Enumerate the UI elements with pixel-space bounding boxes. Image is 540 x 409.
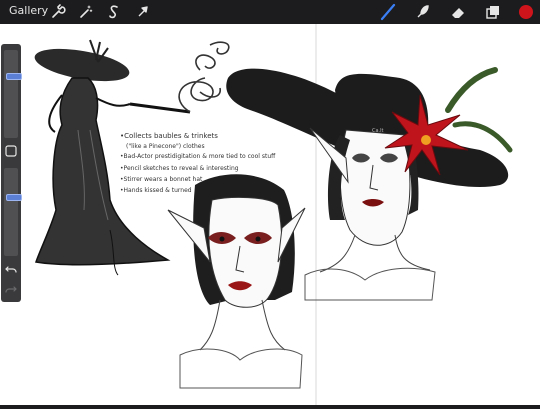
elf-face-portrait-front bbox=[167, 174, 306, 389]
color-swatch[interactable] bbox=[516, 2, 536, 22]
note-line-3: •Bad-Actor prestidigitation & more tied … bbox=[120, 153, 276, 160]
brush-sidebar bbox=[1, 44, 22, 302]
layers-icon[interactable] bbox=[483, 2, 503, 22]
opacity-slider[interactable] bbox=[4, 168, 22, 256]
note-line-2: ("like a Pinecone") clothes bbox=[126, 143, 205, 150]
note-line-5: •Stirrer wears a bonnet hat bbox=[120, 176, 203, 183]
wrench-icon[interactable] bbox=[48, 2, 68, 22]
magic-wand-icon[interactable] bbox=[76, 2, 96, 22]
modify-button-icon[interactable] bbox=[4, 144, 18, 158]
smoke-swirl-sketch bbox=[178, 41, 230, 113]
top-toolbar: Gallery bbox=[0, 0, 540, 24]
smudge-icon[interactable] bbox=[413, 2, 433, 22]
note-line-1: •Collects baubles & trinkets bbox=[120, 132, 218, 140]
hat-band-label: Ca.lt bbox=[372, 128, 384, 134]
brush-size-slider[interactable] bbox=[4, 50, 22, 138]
transform-arrow-icon[interactable] bbox=[133, 2, 153, 22]
opacity-thumb[interactable] bbox=[6, 193, 22, 201]
note-line-6: •Hands kissed & turned bbox=[120, 187, 192, 194]
gallery-button[interactable]: Gallery bbox=[9, 4, 48, 18]
selection-s-icon[interactable] bbox=[104, 2, 124, 22]
eraser-icon[interactable] bbox=[448, 2, 468, 22]
redo-icon[interactable] bbox=[4, 282, 18, 296]
drawing-canvas[interactable]: •Collects baubles & trinkets ("like a Pi… bbox=[0, 24, 540, 405]
brush-size-thumb[interactable] bbox=[6, 72, 22, 80]
undo-icon[interactable] bbox=[4, 262, 18, 276]
note-line-4: •Pencil sketches to reveal & interesting bbox=[120, 165, 239, 172]
brush-icon[interactable] bbox=[378, 2, 398, 22]
sketch-artwork: •Collects baubles & trinkets ("like a Pi… bbox=[34, 24, 513, 405]
